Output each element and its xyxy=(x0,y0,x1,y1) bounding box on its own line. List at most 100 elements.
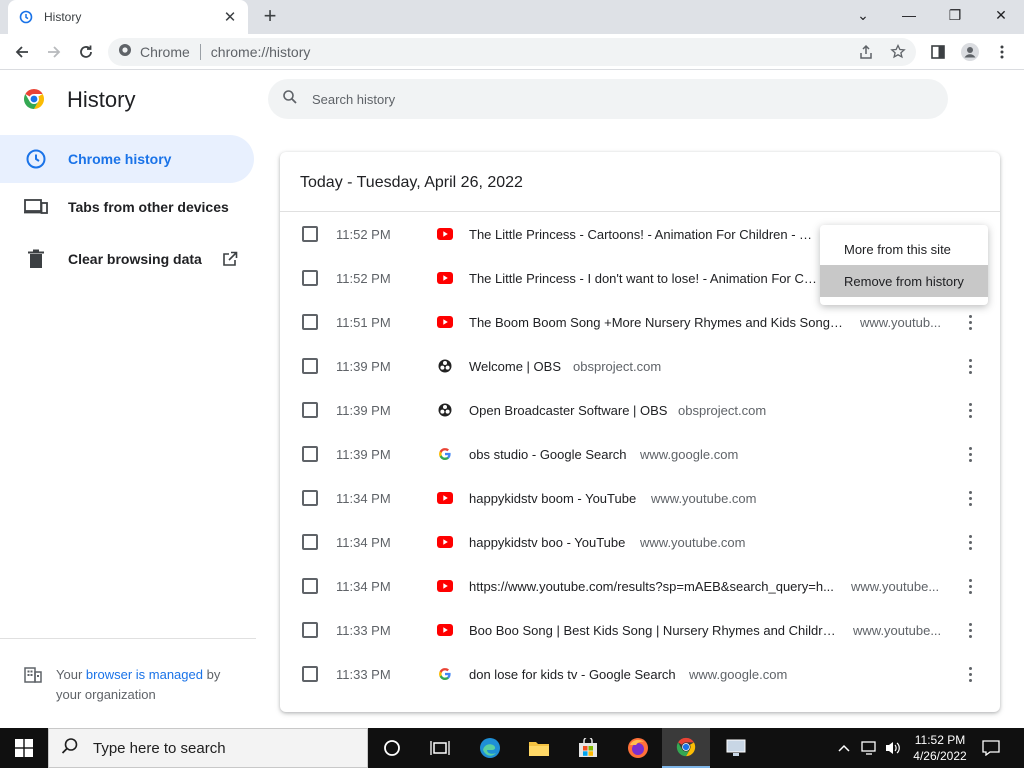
managed-notice: Your browser is managed by your organiza… xyxy=(24,665,244,705)
remote-desktop-icon[interactable] xyxy=(712,728,760,768)
tab-history[interactable]: History ✕ xyxy=(8,0,248,34)
row-menu-kebab-icon[interactable] xyxy=(960,664,980,684)
browser-managed-link[interactable]: browser is managed xyxy=(86,667,203,682)
history-icon xyxy=(18,9,34,25)
row-checkbox[interactable] xyxy=(302,578,318,594)
history-row[interactable]: 11:39 PM obs studio - Google Search www.… xyxy=(280,432,1000,476)
row-title-link[interactable]: Welcome | OBS xyxy=(469,359,561,374)
row-checkbox[interactable] xyxy=(302,358,318,374)
row-title-link[interactable]: happykidstv boom - YouTube xyxy=(469,491,636,506)
microsoft-store-icon[interactable] xyxy=(564,728,612,768)
row-title-link[interactable]: obs studio - Google Search xyxy=(469,447,627,462)
row-title-link[interactable]: happykidstv boo - YouTube xyxy=(469,535,625,550)
back-button[interactable] xyxy=(8,38,36,66)
row-title-link[interactable]: https://www.youtube.com/results?sp=mAEB&… xyxy=(469,579,839,594)
row-checkbox[interactable] xyxy=(302,490,318,506)
new-tab-button[interactable]: + xyxy=(258,4,282,28)
history-row[interactable]: 11:51 PM The Boom Boom Song +More Nurser… xyxy=(280,300,1000,344)
row-title-link[interactable]: The Little Princess - Cartoons! - Animat… xyxy=(469,227,819,242)
minimize-button[interactable]: — xyxy=(886,0,932,30)
row-checkbox[interactable] xyxy=(302,622,318,638)
row-menu-kebab-icon[interactable] xyxy=(960,312,980,332)
sidebar-item-label: Tabs from other devices xyxy=(68,199,229,215)
row-checkbox[interactable] xyxy=(302,226,318,242)
menu-item-more-from-site[interactable]: More from this site xyxy=(820,233,988,265)
chrome-taskbar-icon[interactable] xyxy=(662,728,710,768)
menu-item-remove-from-history[interactable]: Remove from history xyxy=(820,265,988,297)
row-menu-kebab-icon[interactable] xyxy=(960,532,980,552)
network-icon[interactable] xyxy=(860,728,878,768)
show-hidden-icons-chevron-icon[interactable] xyxy=(838,728,850,768)
clock-date: 4/26/2022 xyxy=(913,749,967,763)
window-close-button[interactable]: ✕ xyxy=(978,0,1024,30)
bookmark-star-icon[interactable] xyxy=(884,38,912,66)
windows-start-button[interactable] xyxy=(0,728,48,768)
address-bar[interactable]: Chrome chrome://history xyxy=(108,38,916,66)
browser-toolbar: Chrome chrome://history xyxy=(0,34,1024,70)
row-menu-kebab-icon[interactable] xyxy=(960,400,980,420)
row-checkbox[interactable] xyxy=(302,446,318,462)
side-panel-icon[interactable] xyxy=(924,38,952,66)
taskbar-search-placeholder: Type here to search xyxy=(93,739,226,757)
chrome-menu-icon[interactable] xyxy=(988,38,1016,66)
history-row[interactable]: 11:33 PM Boo Boo Song | Best Kids Song |… xyxy=(280,608,1000,652)
file-explorer-icon[interactable] xyxy=(515,728,563,768)
sidebar-item-chrome-history[interactable]: Chrome history xyxy=(0,135,254,183)
search-history-input[interactable]: Search history xyxy=(268,79,948,119)
search-placeholder: Search history xyxy=(312,91,396,107)
sidebar-nav: Chrome history Tabs from other devices C… xyxy=(0,135,256,283)
sidebar-item-tabs-other-devices[interactable]: Tabs from other devices xyxy=(0,183,256,231)
row-menu-kebab-icon[interactable] xyxy=(960,356,980,376)
history-row[interactable]: 11:39 PM Open Broadcaster Software | OBS… xyxy=(280,388,1000,432)
managed-text-prefix: Your xyxy=(56,667,83,682)
row-time: 11:34 PM xyxy=(336,578,391,594)
volume-icon[interactable] xyxy=(884,728,902,768)
row-checkbox[interactable] xyxy=(302,534,318,550)
firefox-icon[interactable] xyxy=(614,728,662,768)
row-checkbox[interactable] xyxy=(302,402,318,418)
history-row[interactable]: 11:34 PM happykidstv boo - YouTube www.y… xyxy=(280,520,1000,564)
notifications-icon[interactable] xyxy=(982,728,1000,768)
task-view-icon[interactable] xyxy=(416,728,464,768)
history-row[interactable]: 11:39 PM Welcome | OBS obsproject.com xyxy=(280,344,1000,388)
date-header: Today - Tuesday, April 26, 2022 xyxy=(280,152,1000,212)
history-row[interactable]: 11:34 PM https://www.youtube.com/results… xyxy=(280,564,1000,608)
history-row[interactable]: 11:33 PM don lose for kids tv - Google S… xyxy=(280,652,1000,696)
row-menu-kebab-icon[interactable] xyxy=(960,576,980,596)
row-time: 11:39 PM xyxy=(336,446,391,462)
row-checkbox[interactable] xyxy=(302,270,318,286)
external-link-icon xyxy=(222,251,238,267)
history-row[interactable]: 11:34 PM happykidstv boom - YouTube www.… xyxy=(280,476,1000,520)
restore-button[interactable]: ❐ xyxy=(932,0,978,30)
sidebar-item-clear-browsing-data[interactable]: Clear browsing data xyxy=(0,235,256,283)
youtube-icon xyxy=(437,314,453,330)
tab-search-icon[interactable]: ⌄ xyxy=(840,0,886,30)
youtube-icon xyxy=(437,270,453,286)
row-checkbox[interactable] xyxy=(302,666,318,682)
forward-button[interactable] xyxy=(40,38,68,66)
omnibox-url: chrome://history xyxy=(210,44,311,60)
row-domain: www.youtube.com xyxy=(640,534,746,550)
row-title-link[interactable]: Open Broadcaster Software | OBS xyxy=(469,403,667,418)
edge-icon[interactable] xyxy=(466,728,514,768)
row-domain: www.youtub... xyxy=(860,314,941,330)
taskbar-search-box[interactable]: Type here to search xyxy=(48,728,368,768)
close-icon[interactable]: ✕ xyxy=(222,8,238,26)
row-time: 11:34 PM xyxy=(336,490,391,506)
row-title-link[interactable]: Boo Boo Song | Best Kids Song | Nursery … xyxy=(469,623,839,638)
tab-strip: History ✕ + ⌄ — ❐ ✕ xyxy=(0,0,1024,34)
row-menu-kebab-icon[interactable] xyxy=(960,620,980,640)
profile-avatar[interactable] xyxy=(956,38,984,66)
share-icon[interactable] xyxy=(852,38,880,66)
row-menu-kebab-icon[interactable] xyxy=(960,488,980,508)
reload-button[interactable] xyxy=(72,38,100,66)
row-checkbox[interactable] xyxy=(302,314,318,330)
history-page: History Search history Chrome history Ta… xyxy=(0,71,1024,728)
row-menu-kebab-icon[interactable] xyxy=(960,444,980,464)
row-title-link[interactable]: The Boom Boom Song +More Nursery Rhymes … xyxy=(469,315,847,330)
sidebar-divider xyxy=(0,638,256,639)
cortana-icon[interactable] xyxy=(368,728,416,768)
row-title-link[interactable]: don lose for kids tv - Google Search xyxy=(469,667,676,682)
taskbar-clock[interactable]: 11:52 PM 4/26/2022 xyxy=(905,732,975,764)
row-title-link[interactable]: The Little Princess - I don't want to lo… xyxy=(469,271,819,286)
